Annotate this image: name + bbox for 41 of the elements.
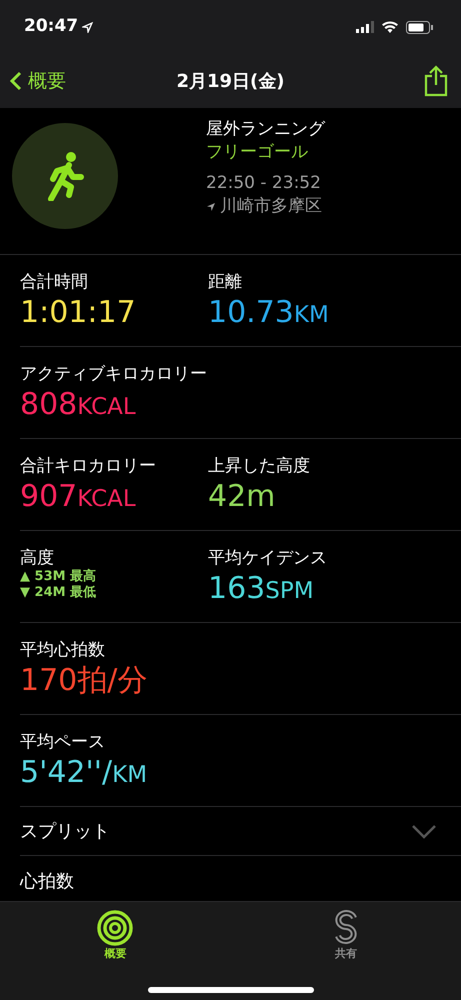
metric-value: 808KCAL bbox=[20, 386, 137, 424]
metric-value: 170拍/分 bbox=[20, 662, 148, 700]
tab-button[interactable]: 共有 bbox=[316, 910, 376, 1000]
altitude-range-text: ▲ 53M 最高 bbox=[20, 569, 98, 585]
workout-type: 屋外ランニング bbox=[206, 118, 325, 141]
metric-value: 1:01:17 bbox=[20, 294, 137, 332]
back-chevron-icon bbox=[10, 71, 22, 91]
metric-label: 距離 bbox=[208, 271, 243, 293]
activity-rings-icon bbox=[97, 910, 134, 946]
metric-value: 907KCAL bbox=[20, 478, 137, 516]
nav-title: 2月19日(金) bbox=[176, 70, 285, 92]
heart-rate-label: 心拍数 bbox=[20, 871, 74, 892]
tab-button[interactable]: 概要 bbox=[85, 910, 146, 1000]
share-icon[interactable] bbox=[423, 65, 449, 97]
back-button[interactable]: 概要 bbox=[10, 66, 66, 96]
battery-icon bbox=[406, 20, 433, 34]
clock-time: 20:47 bbox=[24, 15, 78, 38]
metric-label: 平均心拍数 bbox=[20, 639, 106, 661]
metric-label: 平均ペース bbox=[20, 731, 106, 753]
metric-label: 上昇した高度 bbox=[208, 455, 311, 477]
chevron-icon[interactable] bbox=[411, 824, 437, 838]
location-text: 川崎市多摩区 bbox=[220, 195, 322, 218]
metric-label: アクティブキロカロリー bbox=[20, 363, 207, 385]
metric-label: 合計時間 bbox=[20, 271, 89, 293]
location-arrow-icon bbox=[206, 202, 216, 212]
metric-value: 42m bbox=[208, 478, 276, 516]
runner-icon bbox=[45, 151, 85, 201]
metric-value: 163SPM bbox=[208, 570, 315, 608]
metric-value: 10.73KM bbox=[208, 294, 330, 332]
metric-label: 合計キロカロリー bbox=[20, 455, 157, 477]
splits-label: スプリット bbox=[20, 820, 110, 844]
metric-value: 5'42''/KM bbox=[20, 754, 148, 792]
metric-label: 平均ケイデンス bbox=[208, 547, 328, 569]
wifi-icon bbox=[382, 21, 398, 33]
workout-goal: フリーゴール bbox=[206, 141, 309, 164]
metric-label: 高度 bbox=[20, 547, 55, 569]
altitude-range-text: ▼ 24M 最低 bbox=[20, 585, 98, 601]
location-arrow-icon bbox=[82, 22, 94, 32]
time-range: 22:50 - 23:52 bbox=[206, 172, 322, 195]
sharing-icon bbox=[334, 910, 358, 946]
signal-icon bbox=[356, 21, 374, 33]
